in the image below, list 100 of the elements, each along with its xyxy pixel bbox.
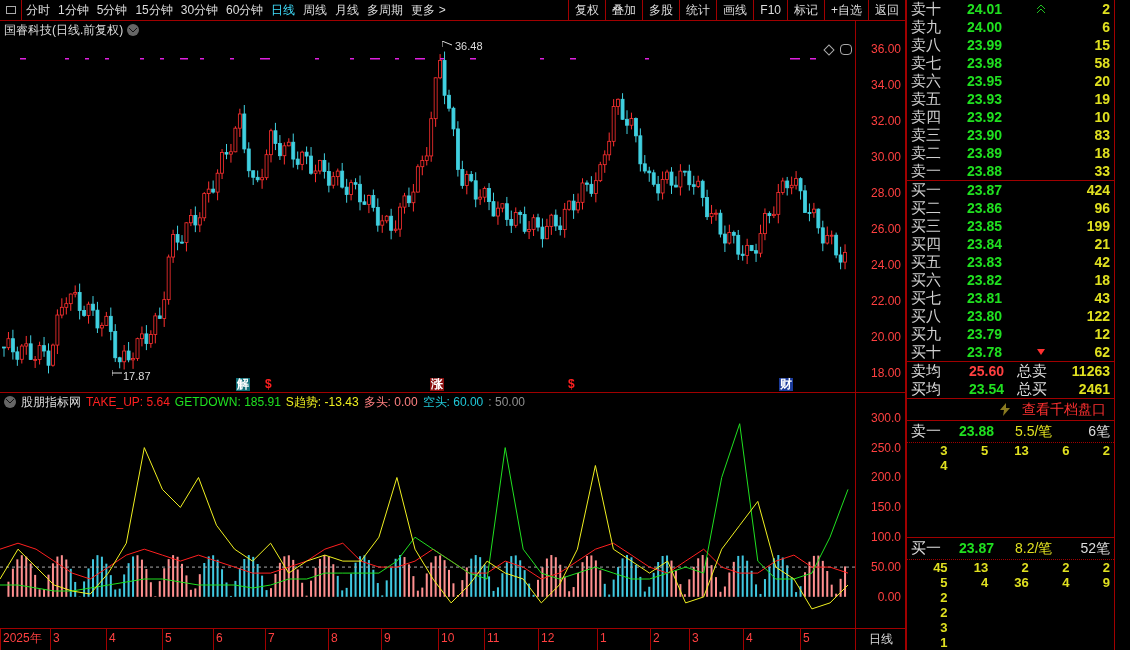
level-price: 23.93 — [967, 89, 1004, 109]
level-volume: 62 — [1093, 342, 1110, 362]
period-tab[interactable]: 15分钟 — [131, 1, 177, 19]
queue-order: 6 — [1061, 443, 1070, 459]
axis-label: 100.0 — [870, 530, 901, 545]
queue-order: 4 — [1061, 575, 1070, 590]
level-label: 买五 — [910, 251, 942, 272]
level-price: 23.87 — [967, 180, 1004, 200]
dropdown-icon[interactable] — [127, 24, 140, 36]
period-tab[interactable]: 多周期 — [363, 1, 408, 19]
date-label: 5 — [162, 629, 213, 650]
axis-label: 300.0 — [870, 410, 901, 425]
average-price: 25.60 — [969, 361, 1006, 381]
level-price: 23.98 — [967, 53, 1004, 73]
level-label: 卖三 — [910, 124, 942, 145]
level-volume: 199 — [1085, 216, 1110, 236]
axis-label: 22.00 — [870, 294, 901, 308]
toolbar-button[interactable]: +自选 — [824, 0, 868, 21]
indicator-value: : 50.00 — [488, 393, 525, 411]
high-price-label: 36.48 — [455, 39, 483, 54]
period-tab[interactable]: 5分钟 — [92, 1, 132, 19]
period-tab[interactable]: 1分钟 — [54, 1, 93, 19]
toolbar-button[interactable]: 多股 — [642, 0, 680, 21]
collapse-icon[interactable] — [4, 395, 16, 408]
axis-label: 200.0 — [870, 470, 901, 485]
toolbar-button[interactable]: 返回 — [868, 0, 905, 21]
event-marker[interactable]: $ — [567, 378, 576, 391]
period-tab[interactable]: 30分钟 — [176, 1, 223, 19]
level-price: 24.00 — [967, 17, 1004, 37]
level-price: 23.99 — [967, 35, 1004, 55]
axis-label: 30.00 — [870, 150, 901, 164]
date-label: 4 — [743, 629, 800, 650]
depth-link[interactable]: 查看千档盘口 — [1022, 399, 1106, 421]
period-tab[interactable]: 分时 — [22, 1, 54, 19]
queue-count: 6笔 — [1087, 422, 1110, 442]
level-volume: 19 — [1093, 89, 1110, 109]
indicator-name: 股朋指标网 — [21, 393, 81, 411]
level-label: 买七 — [910, 287, 942, 308]
axis-label: 26.00 — [870, 222, 901, 236]
queue-order: 2 — [939, 605, 948, 620]
queue-order: 36 — [1013, 575, 1029, 590]
level-price: 23.85 — [967, 216, 1004, 236]
event-marker[interactable]: $ — [264, 378, 273, 391]
date-label: 8 — [328, 629, 381, 650]
level-price: 23.81 — [967, 288, 1004, 308]
axis-label: 34.00 — [870, 78, 901, 92]
date-label: 3 — [689, 629, 743, 650]
date-label: 10 — [438, 629, 484, 650]
average-label: 卖均 — [910, 360, 942, 381]
level-volume: 424 — [1085, 180, 1110, 200]
date-label: 4 — [106, 629, 162, 650]
toolbar-button[interactable]: 复权 — [568, 0, 606, 21]
period-tab[interactable]: 60分钟 — [222, 1, 268, 19]
axis-label: 18.00 — [870, 366, 901, 380]
queue-label: 卖一 — [910, 421, 942, 442]
period-tab[interactable]: 更多 > — [407, 1, 450, 19]
level-price: 24.01 — [967, 0, 1004, 19]
queue-order: 5 — [939, 575, 948, 590]
level-label: 卖六 — [910, 70, 942, 91]
level-volume: 20 — [1093, 71, 1110, 91]
level-label: 买三 — [910, 215, 942, 236]
chart-title: 国睿科技(日线.前复权) — [4, 22, 124, 39]
level-label: 卖十 — [910, 0, 942, 19]
indicator-value: 空头: 60.00 — [422, 393, 484, 411]
level-label: 卖九 — [910, 16, 942, 37]
queue-price: 23.87 — [959, 539, 996, 558]
toolbar-button[interactable]: 统计 — [679, 0, 717, 21]
level-volume: 15 — [1093, 35, 1110, 55]
average-label: 买均 — [910, 378, 942, 399]
level-volume: 96 — [1093, 198, 1110, 218]
toolbar-button[interactable]: 标记 — [787, 0, 824, 21]
event-marker[interactable]: 涨 — [430, 378, 444, 391]
total-volume: 11263 — [1070, 361, 1110, 381]
queue-label: 买一 — [910, 538, 942, 559]
panel-toggle-icon[interactable] — [840, 44, 852, 55]
toolbar-button[interactable]: 叠加 — [605, 0, 643, 21]
period-tab[interactable]: 月线 — [331, 1, 364, 19]
level-price: 23.80 — [967, 306, 1004, 326]
axis-label: 0.00 — [877, 589, 901, 604]
level-volume: 21 — [1093, 234, 1110, 254]
level-label: 卖五 — [910, 88, 942, 109]
queue-order: 5 — [979, 443, 989, 459]
axis-label: 36.00 — [870, 42, 901, 56]
queue-count: 52笔 — [1079, 539, 1110, 558]
period-tab[interactable]: 周线 — [299, 1, 332, 19]
date-label: 2 — [650, 629, 689, 650]
toolbar-button[interactable]: 画线 — [716, 0, 754, 21]
level-price: 23.86 — [967, 198, 1004, 218]
event-marker[interactable]: 解 — [236, 378, 250, 391]
queue-order: 4 — [979, 575, 989, 590]
date-label: 12 — [538, 629, 597, 650]
date-label: 11 — [484, 629, 538, 650]
level-volume: 122 — [1085, 306, 1110, 326]
level-label: 卖四 — [910, 106, 942, 127]
date-label: 5 — [800, 629, 855, 650]
level-price: 23.79 — [967, 324, 1004, 344]
toolbar-button[interactable]: F10 — [753, 0, 787, 21]
event-marker[interactable]: 财 — [779, 378, 793, 391]
queue-order: 9 — [1101, 575, 1110, 590]
period-tab[interactable]: 日线 — [267, 1, 300, 19]
